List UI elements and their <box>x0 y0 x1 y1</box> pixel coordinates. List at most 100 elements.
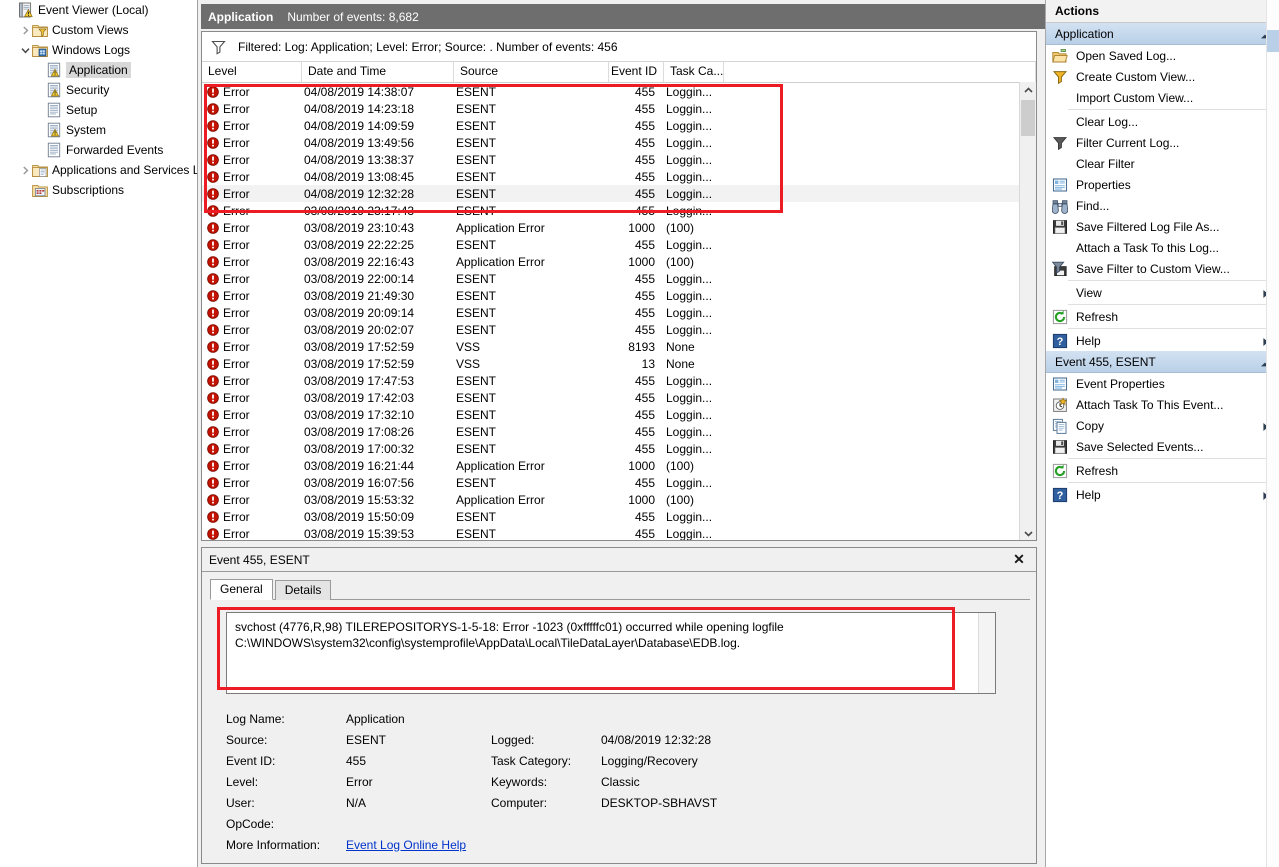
event-level-text: Error <box>223 458 250 473</box>
action-item-copy[interactable]: Copy <box>1046 415 1279 436</box>
actions-scrollbar[interactable] <box>1266 0 1279 867</box>
column-header-level[interactable]: Level <box>202 62 302 82</box>
chevron-right-icon[interactable] <box>18 23 32 37</box>
event-task-category-cell: Loggin... <box>666 186 713 201</box>
action-item-help[interactable]: ? Help <box>1046 484 1279 505</box>
action-item-open-saved-log[interactable]: Open Saved Log... <box>1046 45 1279 66</box>
tree-item-label: System <box>66 123 107 137</box>
event-level-text: Error <box>223 254 250 269</box>
column-header-task-ca[interactable]: Task Ca... <box>664 62 724 82</box>
event-list-scrollbar[interactable] <box>1019 82 1036 540</box>
event-row[interactable]: Error 03/08/2019 15:50:09 ESENT 455 Loggin..… <box>202 508 1036 525</box>
tree-item-subscriptions[interactable]: Subscriptions <box>0 180 197 200</box>
event-row[interactable]: Error 03/08/2019 17:47:53 ESENT 455 Loggin..… <box>202 372 1036 389</box>
scroll-down-button[interactable] <box>1020 525 1036 540</box>
action-item-find[interactable]: Find... <box>1046 195 1279 216</box>
event-row[interactable]: Error 03/08/2019 17:00:32 ESENT 455 Loggin..… <box>202 440 1036 457</box>
event-row[interactable]: Error 03/08/2019 22:22:25 ESENT 455 Loggin..… <box>202 236 1036 253</box>
event-log-online-help-link[interactable]: Event Log Online Help <box>346 838 491 852</box>
tree-item-forwarded-events[interactable]: Forwarded Events <box>0 140 197 160</box>
event-task-category-cell: Loggin... <box>666 152 713 167</box>
tree-item-applications-and-services-log[interactable]: Applications and Services Log <box>0 160 197 180</box>
actions-group-header[interactable]: Application <box>1046 23 1279 45</box>
windows-logs-folder-icon <box>32 42 48 58</box>
tree-item-system[interactable]: System <box>0 120 197 140</box>
scrollbar-thumb[interactable] <box>1021 100 1035 136</box>
action-item-properties[interactable]: Properties <box>1046 174 1279 195</box>
event-row[interactable]: Error 03/08/2019 17:08:26 ESENT 455 Loggin..… <box>202 423 1036 440</box>
action-item-label: Save Filter to Custom View... <box>1076 261 1230 276</box>
event-id-cell: 455 <box>634 84 655 99</box>
chevron-right-icon[interactable] <box>18 163 32 177</box>
action-item-attach-a-task-to-this-log[interactable]: Attach a Task To this Log... <box>1046 237 1279 258</box>
tree-item-windows-logs[interactable]: Windows Logs <box>0 40 197 60</box>
action-item-save-selected-events[interactable]: Save Selected Events... <box>1046 436 1279 457</box>
action-item-refresh[interactable]: Refresh <box>1046 460 1279 481</box>
action-item-clear-log[interactable]: Clear Log... <box>1046 111 1279 132</box>
action-item-attach-task-to-this-event[interactable]: Attach Task To This Event... <box>1046 394 1279 415</box>
event-row[interactable]: Error 04/08/2019 13:49:56 ESENT 455 Loggin..… <box>202 134 1036 151</box>
tree-item-event-viewer-local[interactable]: Event Viewer (Local) <box>0 0 197 20</box>
tab-general[interactable]: General <box>210 579 273 600</box>
event-row[interactable]: Error 03/08/2019 22:00:14 ESENT 455 Loggin..… <box>202 270 1036 287</box>
event-row[interactable]: Error 03/08/2019 17:42:03 ESENT 455 Loggin..… <box>202 389 1036 406</box>
action-item-import-custom-view[interactable]: Import Custom View... <box>1046 87 1279 108</box>
event-id-cell: 455 <box>634 101 655 116</box>
event-row[interactable]: Error 03/08/2019 17:32:10 ESENT 455 Loggin..… <box>202 406 1036 423</box>
tree-item-application[interactable]: Application <box>0 60 197 80</box>
event-level-cell: Error <box>202 119 302 133</box>
column-header-event-id[interactable]: Event ID <box>609 62 664 82</box>
metadata-row: Event ID: 455 Task Category: Logging/Rec… <box>226 750 1016 771</box>
action-item-clear-filter[interactable]: Clear Filter <box>1046 153 1279 174</box>
event-row[interactable]: Error 03/08/2019 15:39:53 ESENT 455 Loggin..… <box>202 525 1036 540</box>
event-row[interactable]: Error 03/08/2019 20:09:14 ESENT 455 Loggin..… <box>202 304 1036 321</box>
action-item-help[interactable]: ? Help <box>1046 330 1279 351</box>
action-item-refresh[interactable]: Refresh <box>1046 306 1279 327</box>
actions-scrollbar-thumb[interactable] <box>1267 30 1279 52</box>
actions-group-title: Event 455, ESENT <box>1055 354 1156 369</box>
tree-item-custom-views[interactable]: Custom Views <box>0 20 197 40</box>
actions-body: Application Open Saved Log... Create Custo… <box>1046 23 1279 505</box>
chevron-down-icon[interactable] <box>18 43 32 57</box>
actions-group-header[interactable]: Event 455, ESENT <box>1046 351 1279 373</box>
tree-item-security[interactable]: Security <box>0 80 197 100</box>
event-task-category-cell: Loggin... <box>666 390 713 405</box>
event-source-cell: ESENT <box>456 186 497 201</box>
action-item-filter-current-log[interactable]: Filter Current Log... <box>1046 132 1279 153</box>
event-id-cell: 455 <box>634 322 655 337</box>
action-item-event-properties[interactable]: Event Properties <box>1046 373 1279 394</box>
event-row[interactable]: Error 03/08/2019 16:07:56 ESENT 455 Loggin..… <box>202 474 1036 491</box>
action-item-save-filtered-log-file-as[interactable]: Save Filtered Log File As... <box>1046 216 1279 237</box>
action-item-create-custom-view[interactable]: Create Custom View... <box>1046 66 1279 87</box>
event-row[interactable]: Error 04/08/2019 12:32:28 ESENT 455 Loggin..… <box>202 185 1036 202</box>
event-row[interactable]: Error 04/08/2019 14:09:59 ESENT 455 Loggin..… <box>202 117 1036 134</box>
event-row[interactable]: Error 04/08/2019 14:38:07 ESENT 455 Loggin..… <box>202 83 1036 100</box>
tab-details[interactable]: Details <box>274 580 332 600</box>
event-row[interactable]: Error 03/08/2019 23:17:43 ESENT 455 Loggin..… <box>202 202 1036 219</box>
event-row[interactable]: Error 03/08/2019 20:02:07 ESENT 455 Loggin..… <box>202 321 1036 338</box>
event-row[interactable]: Error 03/08/2019 23:10:43 Application Erro… <box>202 219 1036 236</box>
scroll-up-button[interactable] <box>1020 82 1036 98</box>
column-header-source[interactable]: Source <box>454 62 609 82</box>
event-row[interactable]: Error 04/08/2019 13:38:37 ESENT 455 Loggin..… <box>202 151 1036 168</box>
tree-item-label: Custom Views <box>52 23 129 37</box>
event-row[interactable]: Error 03/08/2019 17:52:59 VSS 8193 None <box>202 338 1036 355</box>
event-row[interactable]: Error 03/08/2019 22:16:43 Application Erro… <box>202 253 1036 270</box>
message-scrollbar[interactable] <box>978 613 995 693</box>
event-row[interactable]: Error 03/08/2019 17:52:59 VSS 13 None <box>202 355 1036 372</box>
error-icon <box>207 85 219 98</box>
close-icon[interactable]: ✕ <box>1011 551 1027 567</box>
event-row[interactable]: Error 03/08/2019 15:53:32 Application Erro… <box>202 491 1036 508</box>
event-date-cell: 03/08/2019 15:50:09 <box>304 509 415 524</box>
task-category-label: Task Category: <box>491 753 572 768</box>
event-row[interactable]: Error 03/08/2019 16:21:44 Application Erro… <box>202 457 1036 474</box>
event-row[interactable]: Error 04/08/2019 14:23:18 ESENT 455 Loggin..… <box>202 100 1036 117</box>
action-item-save-filter-to-custom-view[interactable]: Save Filter to Custom View... <box>1046 258 1279 279</box>
column-header-date-and-time[interactable]: Date and Time <box>302 62 454 82</box>
event-row[interactable]: Error 04/08/2019 13:08:45 ESENT 455 Loggin..… <box>202 168 1036 185</box>
event-row[interactable]: Error 03/08/2019 21:49:30 ESENT 455 Loggin..… <box>202 287 1036 304</box>
action-item-view[interactable]: View <box>1046 282 1279 303</box>
tree-item-setup[interactable]: Setup <box>0 100 197 120</box>
funnel-icon <box>210 39 228 55</box>
event-id-label: Event ID: <box>226 753 276 768</box>
